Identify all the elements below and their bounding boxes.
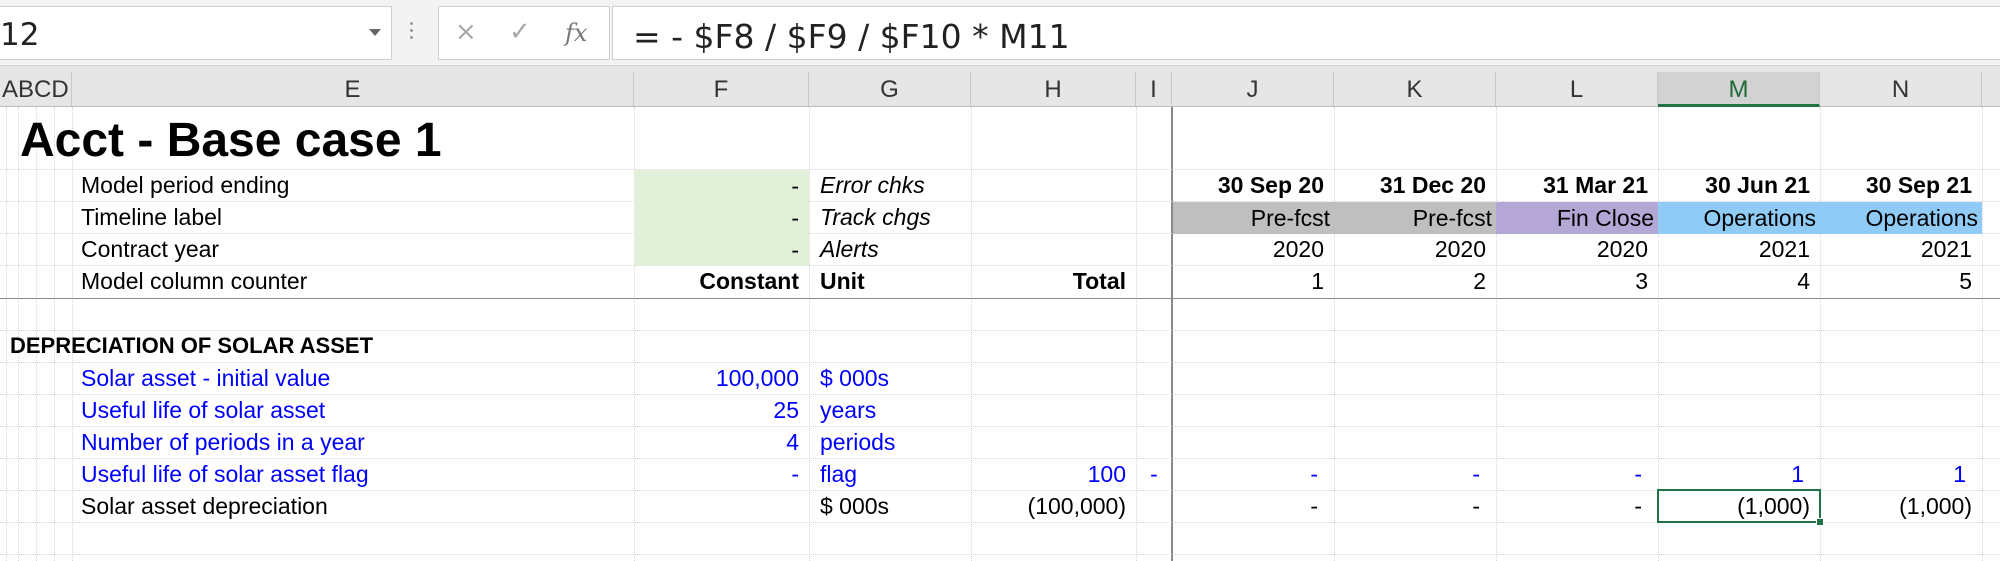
sheet-title: Acct - Base case 1 xyxy=(20,114,442,167)
drag-handle-icon[interactable] xyxy=(410,22,414,46)
fill-handle[interactable] xyxy=(1816,518,1824,526)
worksheet-grid[interactable]: Acct - Base case 1 Model period ending -… xyxy=(0,107,2000,561)
flag-k[interactable]: - xyxy=(1334,458,1496,490)
contract-year-k[interactable]: 2020 xyxy=(1334,233,1496,265)
cell-f-period-ending[interactable]: - xyxy=(634,170,809,202)
col-header-abcd[interactable]: ABCD xyxy=(0,72,72,107)
flag-j[interactable]: - xyxy=(1172,458,1334,490)
timeline-l[interactable]: Fin Close xyxy=(1496,202,1658,234)
timeline-n[interactable]: Operations xyxy=(1820,202,1982,234)
enter-icon[interactable]: ✓ xyxy=(509,17,531,47)
label-timeline[interactable]: Timeline label xyxy=(71,201,631,233)
col-header-e[interactable]: E xyxy=(72,72,634,107)
formula-bar: 12 × ✓ fx = - $F8 / $F9 / $F10 * M11 xyxy=(0,0,2000,66)
timeline-k[interactable]: Pre-fcst xyxy=(1334,202,1496,234)
label-periods-per-year[interactable]: Number of periods in a year xyxy=(71,426,631,458)
col-header-k[interactable]: K xyxy=(1334,72,1496,107)
name-box[interactable]: 12 xyxy=(0,6,392,60)
flag-l[interactable]: - xyxy=(1496,458,1658,490)
label-depreciation[interactable]: Solar asset depreciation xyxy=(71,490,631,522)
flag-i[interactable]: - xyxy=(1136,458,1172,490)
flag-f[interactable]: - xyxy=(634,458,809,490)
period-date-j[interactable]: 30 Sep 20 xyxy=(1172,169,1334,201)
active-cell-selection[interactable] xyxy=(1657,489,1824,526)
label-period-ending[interactable]: Model period ending xyxy=(71,169,631,201)
useful-life-f[interactable]: 25 xyxy=(634,394,809,426)
initial-value-unit[interactable]: $ 000s xyxy=(810,362,970,394)
formula-input[interactable]: = - $F8 / $F9 / $F10 * M11 xyxy=(612,6,2000,60)
error-checks-label[interactable]: Error chks xyxy=(810,169,970,201)
contract-year-j[interactable]: 2020 xyxy=(1172,233,1334,265)
period-date-l[interactable]: 31 Mar 21 xyxy=(1496,169,1658,201)
depreciation-total[interactable]: (100,000) xyxy=(971,490,1136,522)
period-date-m[interactable]: 30 Jun 21 xyxy=(1658,169,1820,201)
col-header-l[interactable]: L xyxy=(1496,72,1658,107)
counter-m[interactable]: 4 xyxy=(1658,265,1820,297)
counter-k[interactable]: 2 xyxy=(1334,265,1496,297)
label-useful-life-flag[interactable]: Useful life of solar asset flag xyxy=(71,458,631,490)
useful-life-unit[interactable]: years xyxy=(810,394,970,426)
period-date-k[interactable]: 31 Dec 20 xyxy=(1334,169,1496,201)
insert-function-icon[interactable]: fx xyxy=(565,19,587,47)
timeline-j[interactable]: Pre-fcst xyxy=(1173,202,1334,234)
depreciation-n[interactable]: (1,000) xyxy=(1820,490,1982,522)
period-date-n[interactable]: 30 Sep 21 xyxy=(1820,169,1982,201)
unit-header[interactable]: Unit xyxy=(810,265,970,297)
track-changes-label[interactable]: Track chgs xyxy=(810,201,970,233)
col-header-g[interactable]: G xyxy=(809,72,971,107)
periods-per-year-f[interactable]: 4 xyxy=(634,426,809,458)
col-header-j[interactable]: J xyxy=(1172,72,1334,107)
label-useful-life[interactable]: Useful life of solar asset xyxy=(71,394,631,426)
constant-header[interactable]: Constant xyxy=(634,265,809,297)
contract-year-m[interactable]: 2021 xyxy=(1658,233,1820,265)
counter-n[interactable]: 5 xyxy=(1820,265,1982,297)
depreciation-l[interactable]: - xyxy=(1496,490,1658,522)
flag-unit[interactable]: flag xyxy=(810,458,970,490)
contract-year-n[interactable]: 2021 xyxy=(1820,233,1982,265)
chevron-down-icon[interactable] xyxy=(369,29,381,36)
label-contract-year[interactable]: Contract year xyxy=(71,233,631,265)
label-column-counter[interactable]: Model column counter xyxy=(71,265,631,297)
depreciation-j[interactable]: - xyxy=(1172,490,1334,522)
depreciation-unit[interactable]: $ 000s xyxy=(810,490,970,522)
flag-total[interactable]: 100 xyxy=(971,458,1136,490)
counter-j[interactable]: 1 xyxy=(1172,265,1334,297)
total-header[interactable]: Total xyxy=(971,265,1136,297)
depreciation-k[interactable]: - xyxy=(1334,490,1496,522)
col-header-m[interactable]: M xyxy=(1658,72,1820,107)
col-header-f[interactable]: F xyxy=(634,72,809,107)
timeline-m[interactable]: Operations xyxy=(1658,202,1820,234)
section-title[interactable]: DEPRECIATION OF SOLAR ASSET xyxy=(10,330,630,362)
alerts-label[interactable]: Alerts xyxy=(810,233,970,265)
counter-l[interactable]: 3 xyxy=(1496,265,1658,297)
flag-n[interactable]: 1 xyxy=(1820,458,1982,490)
contract-year-l[interactable]: 2020 xyxy=(1496,233,1658,265)
flag-m[interactable]: 1 xyxy=(1658,458,1820,490)
cell-f-timeline[interactable]: - xyxy=(634,202,809,234)
col-header-n[interactable]: N xyxy=(1820,72,1982,107)
formula-text: = - $F8 / $F9 / $F10 * M11 xyxy=(633,17,1070,56)
formula-buttons: × ✓ fx xyxy=(438,6,610,60)
name-box-value: 12 xyxy=(0,17,40,53)
col-header-h[interactable]: H xyxy=(971,72,1136,107)
col-header-o[interactable] xyxy=(1982,72,2000,107)
initial-value-f[interactable]: 100,000 xyxy=(634,362,809,394)
col-header-i[interactable]: I xyxy=(1136,72,1172,107)
periods-per-year-unit[interactable]: periods xyxy=(810,426,970,458)
cancel-icon[interactable]: × xyxy=(455,17,477,47)
label-initial-value[interactable]: Solar asset - initial value xyxy=(71,362,631,394)
cell-f-contract-year[interactable]: - xyxy=(634,234,809,266)
